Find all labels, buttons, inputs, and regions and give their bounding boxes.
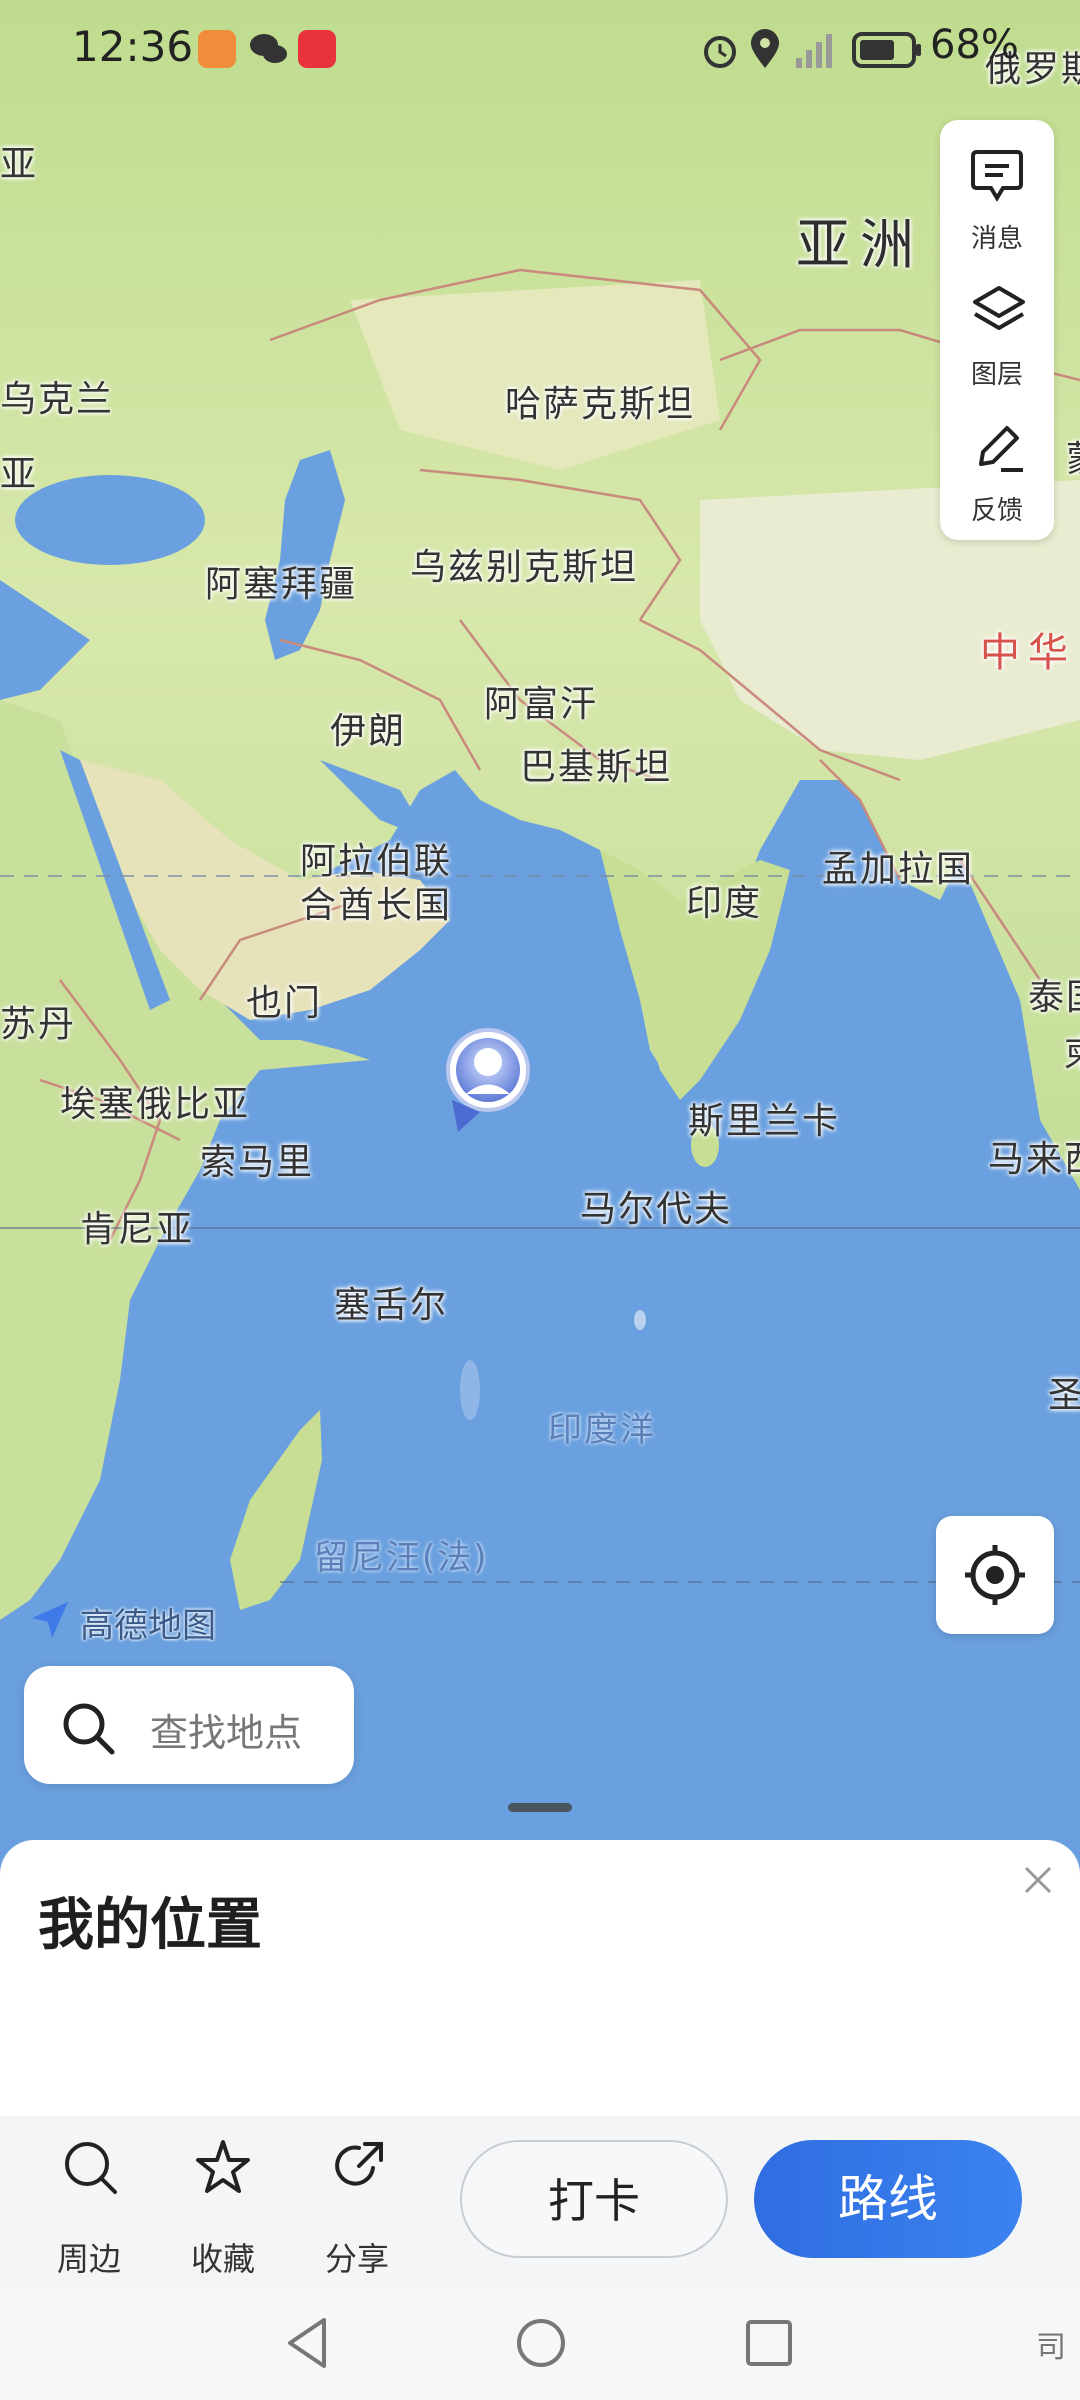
map-label-azerbaijan: 阿塞拜疆 [205,564,358,605]
map-label-sudan: 苏丹 [0,1004,77,1045]
system-nav-bar: 司 [0,2286,1080,2400]
layers-label: 图层 [970,360,1023,390]
locate-me-button[interactable] [936,1516,1054,1634]
map-label-asia: 亚洲 [796,213,924,276]
map-label-ukraine: 乌克兰 [0,379,115,420]
feedback-label: 反馈 [970,496,1023,526]
location-sheet: 我的位置 [0,1840,1080,2120]
map-tools-panel: 消息 图层 反馈 [940,120,1054,540]
sheet-title: 我的位置 [38,1893,262,1958]
map-label-pakistan: 巴基斯坦 [520,747,673,788]
search-icon [63,1703,115,1755]
map-label-ya-top: 亚 [0,144,39,185]
taobao-app-icon [198,30,236,68]
layers-icon [973,286,1025,330]
home-icon[interactable] [514,2316,568,2370]
feedback-button[interactable]: 反馈 [940,402,1054,532]
xiaohongshu-app-icon [298,30,336,68]
map-label-iran: 伊朗 [330,711,407,752]
map-label-indian-ocean: 印度洋 [548,1410,656,1450]
sheet-drag-handle[interactable] [508,1803,572,1812]
map-label-sheng: 圣 [1048,1375,1080,1416]
map-label-kazakhstan: 哈萨克斯坦 [505,384,696,425]
share-icon [335,2142,383,2186]
messages-button[interactable]: 消息 [940,130,1054,260]
nav-edge-text: 司 [1036,2330,1066,2365]
search-icon [65,2142,117,2194]
wechat-icon [250,34,287,63]
map-label-maldives: 马尔代夫 [580,1189,733,1230]
nearby-button[interactable]: 周边 [34,2138,144,2278]
messages-label: 消息 [970,224,1023,254]
map-label-ya-left: 亚 [0,454,39,495]
map-label-ethiopia: 埃塞俄比亚 [60,1084,251,1125]
recents-icon[interactable] [744,2316,794,2370]
favorite-button[interactable]: 收藏 [168,2138,278,2278]
map-label-somalia: 索马里 [200,1142,315,1183]
back-icon[interactable] [284,2316,334,2370]
edit-pen-icon [979,426,1023,472]
map-label-seychelles: 塞舌尔 [334,1285,449,1326]
location-status-icon [751,29,779,68]
amap-logo-text: 高德地图 [80,1606,216,1646]
status-time: 12:36 [72,22,194,71]
favorite-label: 收藏 [190,2240,255,2278]
close-icon[interactable] [1020,1862,1056,1898]
map-label-kenya: 肯尼亚 [80,1209,195,1250]
crosshair-icon [965,1545,1025,1605]
share-button[interactable]: 分享 [302,2138,412,2278]
map-label-india: 印度 [686,883,763,924]
map-label-bangladesh: 孟加拉国 [822,849,975,890]
map-label-uae-2: 合酋长国 [300,885,453,926]
battery-icon [852,32,921,68]
alarm-icon [704,36,736,68]
search-place-box[interactable]: 查找地点 [24,1666,354,1784]
amap-logo-icon [32,1602,68,1638]
battery-percent: 68% [930,22,1019,68]
star-icon [196,2140,250,2193]
route-button[interactable]: 路线 [754,2140,1022,2258]
checkin-button[interactable]: 打卡 [460,2140,728,2258]
map-label-uzbekistan: 乌兹别克斯坦 [410,547,639,588]
map-label-reunion: 留尼汪(法) [314,1538,489,1578]
nearby-label: 周边 [56,2240,121,2278]
map-label-sri-lanka: 斯里兰卡 [688,1101,841,1142]
map-label-yemen: 也门 [246,983,323,1024]
map-label-cambodia: 柬 [1064,1025,1080,1077]
share-label: 分享 [324,2240,389,2278]
status-bar: 12:36 68% [0,0,1080,100]
map-label-mongolia: 蒙 [1066,430,1080,482]
map-label-malaysia: 马来西 [988,1139,1080,1180]
signal-icon [796,34,832,68]
map-label-afghanistan: 阿富汗 [484,684,599,725]
message-icon [971,150,1023,202]
layers-button[interactable]: 图层 [940,266,1054,396]
map-label-china: 中华 [980,630,1076,676]
search-placeholder: 查找地点 [150,1711,303,1755]
action-bar: 周边 收藏 分享 打卡 路线 [0,2116,1080,2286]
map-label-thailand: 泰国 [1028,977,1080,1018]
